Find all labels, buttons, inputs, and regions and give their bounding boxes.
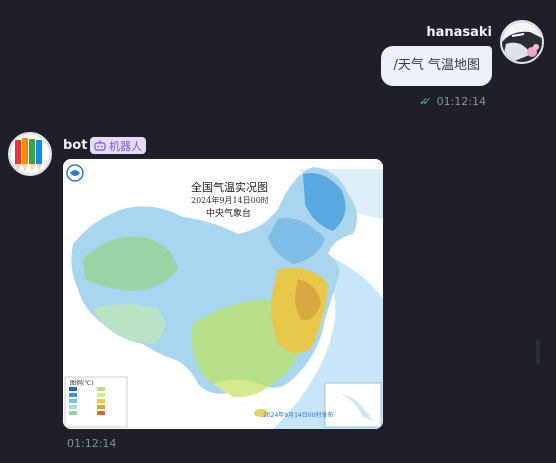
user-name: hanasaki [426,25,492,40]
bot-message-time: 01:12:14 [67,437,117,450]
map-legend-title: 图例(℃) [70,380,94,387]
map-date: 2024年9月14日00时 [191,196,269,205]
bot-name: bot [63,138,88,153]
scrollbar[interactable] [536,340,540,365]
robot-icon [94,140,106,151]
temperature-map-image[interactable]: 全国气温实况图 2024年9月14日00时 中央气象台 图例(℃) 2024年9… [63,159,383,429]
bot-badge: 机器人 [90,137,146,154]
bot-avatar[interactable] [8,132,52,176]
user-message-time: 01:12:14 [436,95,486,108]
user-message-bubble[interactable]: /天气 气温地图 [381,46,492,86]
sent-meta: ✓✓ 01:12:14 [419,95,486,108]
map-issuer: 中央气象台 [206,209,252,219]
map-title: 全国气温实况图 [191,181,268,194]
anime-avatar-icon [502,22,542,62]
user-avatar[interactable] [500,20,544,64]
colored-pencils-icon [10,134,50,174]
double-check-icon: ✓✓ [419,95,432,108]
map-stamp: 2024年9月14日00时发布 [263,412,334,419]
bot-badge-label: 机器人 [109,139,142,153]
